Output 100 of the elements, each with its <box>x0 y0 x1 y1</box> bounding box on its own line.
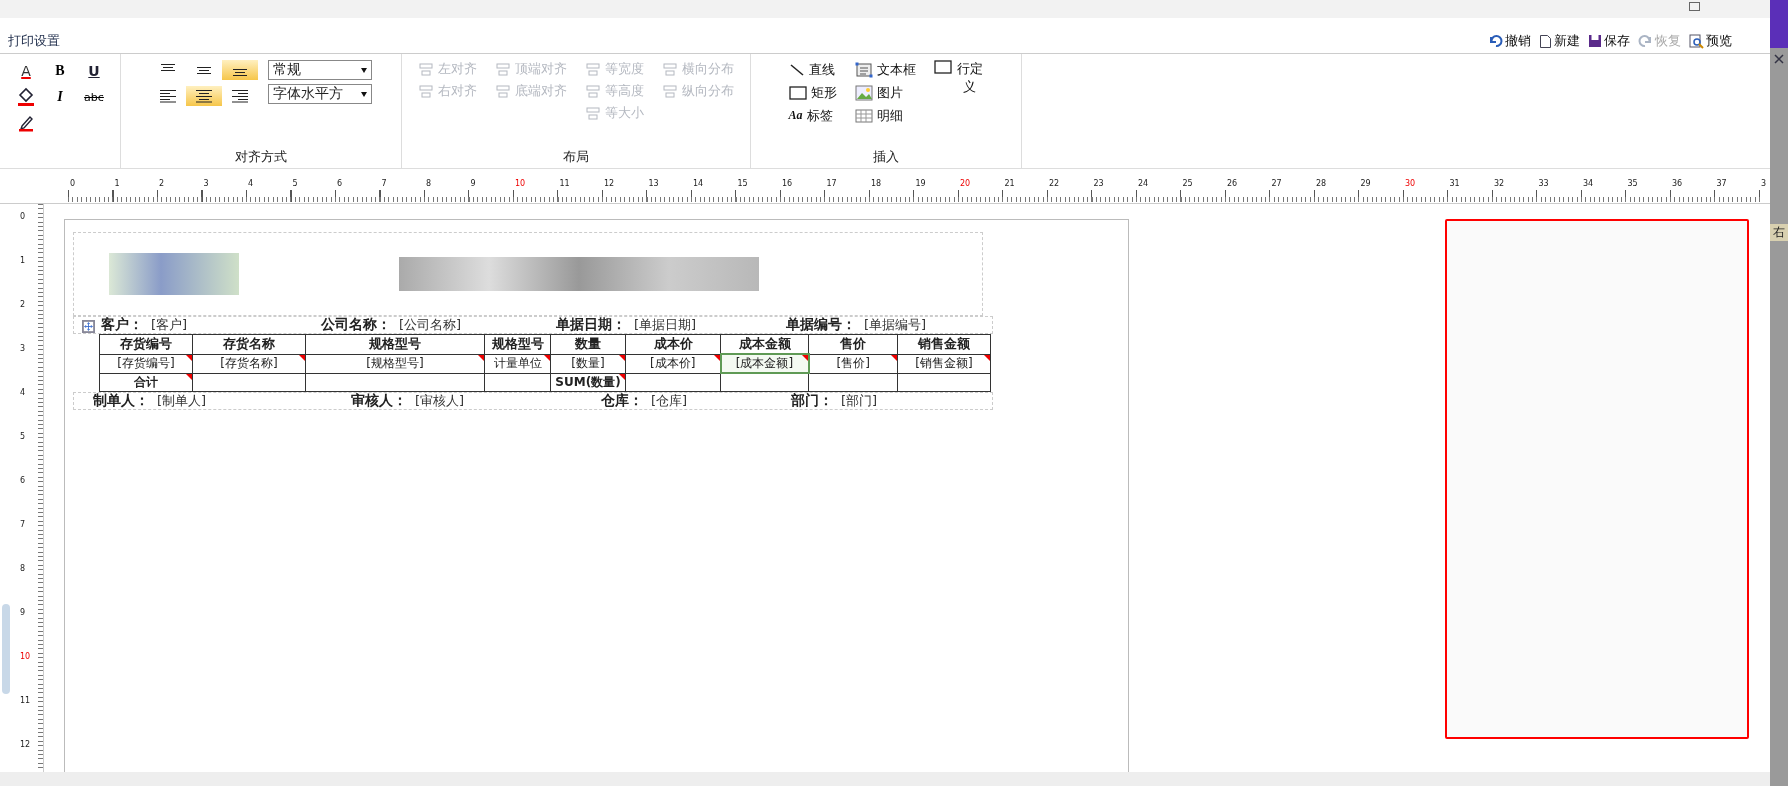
ruler-number: 3 <box>1760 179 1768 188</box>
ruler-number: 6 <box>336 179 344 188</box>
table-cell[interactable]: [售价] <box>808 354 898 373</box>
column-header[interactable]: 规格型号 <box>305 334 485 354</box>
rectangle-icon <box>933 60 952 74</box>
ruler-number: 15 <box>736 179 749 188</box>
panel-handle[interactable] <box>2 604 10 694</box>
ruler-number: 33 <box>1537 179 1550 188</box>
ruler-number: 29 <box>1359 179 1372 188</box>
ruler-number: 16 <box>781 179 794 188</box>
ruler-number: 1 <box>19 256 27 267</box>
close-icon[interactable] <box>1774 54 1784 64</box>
textbox-icon <box>854 61 873 78</box>
insert-button[interactable]: 矩形 <box>788 83 837 102</box>
table-cell[interactable]: [存货编号] <box>99 354 193 373</box>
ruler-number: 31 <box>1448 179 1461 188</box>
align-icon <box>231 89 249 103</box>
ruler-number: 27 <box>1270 179 1283 188</box>
ruler-number: 13 <box>647 179 660 188</box>
maximize-icon[interactable] <box>1689 2 1700 11</box>
rectangle-icon <box>788 85 807 100</box>
save-icon <box>1588 34 1602 48</box>
ruler-number: 34 <box>1582 179 1595 188</box>
table-cell[interactable]: SUM(数量) <box>550 373 626 392</box>
ruler-number: 9 <box>19 608 27 619</box>
column-header[interactable]: 成本价 <box>625 334 721 354</box>
format-button[interactable]: B <box>43 60 77 82</box>
ruler-number: 3 <box>202 179 210 188</box>
ruler-number: 1 <box>113 179 121 188</box>
layout-icon <box>418 83 434 99</box>
table-cell[interactable]: [成本金额] <box>720 354 809 373</box>
ruler-number: 37 <box>1715 179 1728 188</box>
insert-button[interactable]: 文本框 <box>854 60 916 79</box>
toolbar-button[interactable]: 预览 <box>1689 32 1732 50</box>
layout-icon <box>585 105 601 121</box>
ruler-number: 7 <box>19 520 27 531</box>
ruler-number: 7 <box>380 179 388 188</box>
ruler-number: 9 <box>469 179 477 188</box>
ruler-number: 4 <box>247 179 255 188</box>
table-cell[interactable]: [规格型号] <box>305 354 485 373</box>
ruler-number: 2 <box>19 300 27 311</box>
column-header[interactable]: 规格型号 <box>484 334 551 354</box>
insert-button[interactable]: 直线 <box>788 60 837 79</box>
toolbar-button[interactable]: 新建 <box>1539 32 1580 50</box>
insert-button[interactable]: Aa 标签 <box>788 106 837 125</box>
toolbar-button[interactable]: 撤销 <box>1488 32 1531 50</box>
line-icon <box>788 62 805 77</box>
align-icon <box>195 89 213 103</box>
toolbar-button[interactable]: 保存 <box>1588 32 1630 50</box>
table-cell[interactable]: [存货名称] <box>192 354 306 373</box>
table-cell[interactable]: [数量] <box>550 354 626 373</box>
column-header[interactable]: 存货名称 <box>192 334 306 354</box>
ruler-number: 0 <box>69 179 77 188</box>
ruler-number: 8 <box>425 179 433 188</box>
ruler-number: 14 <box>692 179 705 188</box>
insert-button[interactable]: 行定义 <box>933 60 984 96</box>
insert-button[interactable]: 图片 <box>854 83 916 102</box>
ruler-number: 18 <box>870 179 883 188</box>
dropdown[interactable]: 常规 <box>268 60 372 80</box>
redo-icon <box>1638 34 1653 48</box>
ruler-number: 20 <box>959 179 972 188</box>
layout-icon <box>495 61 511 77</box>
preview-icon <box>1689 33 1704 49</box>
panel-header-bar <box>1770 0 1788 48</box>
group-label: 插入 <box>873 148 899 166</box>
align-button[interactable] <box>186 86 222 106</box>
format-button[interactable]: I <box>43 86 77 108</box>
document-icon <box>1539 33 1552 49</box>
ruler-number: 12 <box>19 740 32 751</box>
ruler-number: 30 <box>1404 179 1417 188</box>
column-header[interactable]: 存货编号 <box>99 334 193 354</box>
align-button[interactable] <box>222 60 258 80</box>
ruler-number: 32 <box>1493 179 1506 188</box>
column-header[interactable]: 数量 <box>550 334 626 354</box>
window-title: 打印设置 <box>8 32 60 50</box>
table-cell[interactable]: 合计 <box>99 373 193 392</box>
ruler-number: 3 <box>19 344 27 355</box>
group-label: 布局 <box>563 148 589 166</box>
column-header[interactable]: 销售金额 <box>897 334 991 354</box>
group-label: 对齐方式 <box>235 148 287 166</box>
ruler-number: 2 <box>158 179 166 188</box>
layout-icon <box>662 61 678 77</box>
label-icon: Aa <box>788 108 803 123</box>
format-button[interactable]: U <box>77 60 111 82</box>
format-button[interactable]: A <box>9 60 43 82</box>
column-header[interactable]: 售价 <box>808 334 898 354</box>
table-cell[interactable]: 计量单位 <box>484 354 551 373</box>
dropdown[interactable]: 字体水平方 <box>268 84 372 104</box>
ruler-number: 0 <box>19 212 27 223</box>
picture-icon <box>854 84 873 101</box>
side-tab[interactable]: 右 <box>1770 224 1788 241</box>
format-button[interactable]: abc <box>77 86 111 108</box>
ruler-number: 26 <box>1226 179 1239 188</box>
ruler-number: 19 <box>914 179 927 188</box>
ruler-number: 24 <box>1137 179 1150 188</box>
ruler-number: 5 <box>291 179 299 188</box>
ruler-number: 4 <box>19 388 27 399</box>
table-cell[interactable]: [销售金额] <box>897 354 991 373</box>
ruler-number: 17 <box>825 179 838 188</box>
insert-button[interactable]: 明细 <box>854 106 916 125</box>
